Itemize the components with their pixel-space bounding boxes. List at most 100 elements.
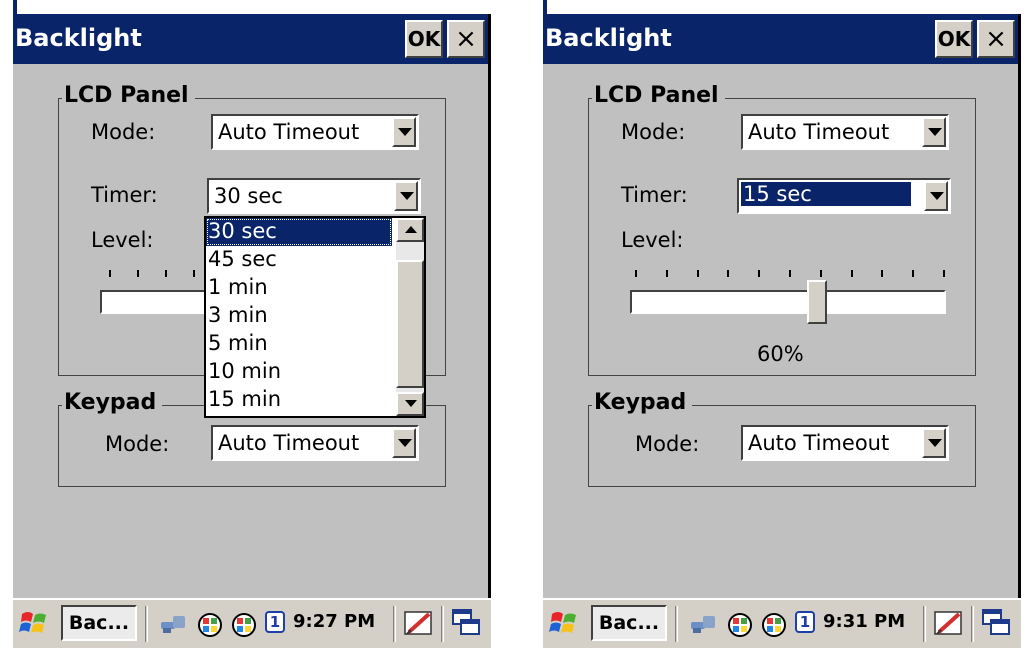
chevron-down-icon bbox=[928, 439, 942, 447]
level-slider-track[interactable] bbox=[100, 290, 220, 314]
color-grid-icon[interactable] bbox=[761, 612, 787, 638]
keypad-mode-dropdown-button[interactable] bbox=[392, 428, 416, 458]
close-icon: × bbox=[985, 24, 1007, 54]
lcd-panel-label: LCD Panel bbox=[62, 83, 195, 108]
mode-value: Auto Timeout bbox=[218, 120, 360, 144]
chevron-down-icon bbox=[405, 400, 417, 407]
scroll-up-button[interactable] bbox=[396, 218, 424, 242]
close-button[interactable]: × bbox=[977, 20, 1015, 58]
chevron-up-icon bbox=[405, 226, 417, 233]
timer-option[interactable]: 3 min bbox=[206, 302, 392, 330]
taskbar: Bac... 1 9:27 PM bbox=[13, 598, 491, 648]
task-button-backlight[interactable]: Bac... bbox=[591, 605, 667, 641]
tick bbox=[789, 270, 791, 277]
level-label: Level: bbox=[621, 228, 684, 252]
tick bbox=[193, 270, 195, 277]
top-strip bbox=[13, 0, 491, 14]
ok-button[interactable]: OK bbox=[405, 20, 443, 58]
mode-label: Mode: bbox=[621, 120, 686, 144]
window-switch-icon[interactable] bbox=[451, 608, 481, 638]
input-mode-badge[interactable]: 1 bbox=[265, 611, 285, 633]
mode-combobox[interactable]: Auto Timeout bbox=[211, 114, 419, 150]
level-percent: 60% bbox=[757, 342, 804, 366]
level-ticks bbox=[105, 270, 215, 278]
timer-label: Timer: bbox=[621, 183, 688, 207]
timer-option[interactable]: 1 min bbox=[206, 274, 392, 302]
keypad-mode-combobox[interactable]: Auto Timeout bbox=[741, 425, 949, 461]
tick bbox=[912, 270, 914, 277]
task-button-backlight[interactable]: Bac... bbox=[61, 605, 137, 641]
keypad-mode-label: Mode: bbox=[105, 432, 170, 456]
timer-label: Timer: bbox=[91, 183, 158, 207]
windows-start-icon[interactable] bbox=[549, 608, 579, 638]
window-edge bbox=[1018, 14, 1021, 598]
tick bbox=[666, 270, 668, 277]
close-button[interactable]: × bbox=[447, 20, 485, 58]
timer-option[interactable]: 5 min bbox=[206, 330, 392, 358]
mode-dropdown-button[interactable] bbox=[922, 117, 946, 147]
input-mode-badge[interactable]: 1 bbox=[795, 611, 815, 633]
network-icon[interactable] bbox=[159, 612, 187, 636]
level-slider-track[interactable] bbox=[630, 280, 946, 324]
timer-option[interactable]: 15 min bbox=[206, 386, 392, 414]
keypad-mode-dropdown-button[interactable] bbox=[922, 428, 946, 458]
timer-combobox[interactable]: 30 sec bbox=[207, 178, 421, 214]
timer-dropdown-button[interactable] bbox=[394, 181, 418, 211]
tick bbox=[635, 270, 637, 277]
tray-separator bbox=[441, 606, 444, 642]
color-grid-icon[interactable] bbox=[231, 612, 257, 638]
level-label: Level: bbox=[91, 228, 154, 252]
title-bar: Backlight OK × bbox=[13, 14, 491, 64]
keypad-mode-value: Auto Timeout bbox=[218, 431, 360, 455]
timer-combobox[interactable]: 15 sec bbox=[737, 178, 951, 214]
keypad-mode-value: Auto Timeout bbox=[748, 431, 890, 455]
close-icon: × bbox=[455, 24, 477, 54]
windows-start-icon[interactable] bbox=[19, 608, 49, 638]
window-switch-icon[interactable] bbox=[981, 608, 1011, 638]
network-icon[interactable] bbox=[689, 612, 717, 636]
tick bbox=[165, 270, 167, 277]
timer-option[interactable]: 30 sec bbox=[206, 218, 392, 246]
tray-separator bbox=[971, 606, 974, 642]
taskbar: Bac... 1 9:31 PM bbox=[543, 598, 1021, 648]
mode-label: Mode: bbox=[91, 120, 156, 144]
level-slider-thumb[interactable] bbox=[807, 280, 827, 324]
title-bar: Backlight OK × bbox=[543, 14, 1021, 64]
chevron-down-icon bbox=[398, 128, 412, 136]
timer-options: 30 sec 45 sec 1 min 3 min 5 min 10 min 1… bbox=[206, 218, 424, 414]
clock[interactable]: 9:31 PM bbox=[823, 611, 905, 632]
keypad-label: Keypad bbox=[592, 390, 693, 415]
ok-button[interactable]: OK bbox=[935, 20, 973, 58]
tick bbox=[727, 270, 729, 277]
keypad-label: Keypad bbox=[62, 390, 163, 415]
lcd-panel-label: LCD Panel bbox=[592, 83, 725, 108]
timer-dropdown-button[interactable] bbox=[924, 181, 948, 211]
keypad-mode-combobox[interactable]: Auto Timeout bbox=[211, 425, 419, 461]
pen-input-icon[interactable] bbox=[403, 608, 435, 638]
timer-option[interactable]: 45 sec bbox=[206, 246, 392, 274]
clock[interactable]: 9:27 PM bbox=[293, 611, 375, 632]
window-title: Backlight bbox=[15, 24, 142, 52]
color-grid-icon[interactable] bbox=[197, 612, 223, 638]
pen-input-icon[interactable] bbox=[933, 608, 965, 638]
keypad-mode-label: Mode: bbox=[635, 432, 700, 456]
screen-left: Backlight OK × LCD Panel Mode: Auto Time… bbox=[13, 0, 491, 648]
scroll-down-button[interactable] bbox=[396, 392, 424, 416]
timer-option[interactable]: 10 min bbox=[206, 358, 392, 386]
tick bbox=[697, 270, 699, 277]
chevron-down-icon bbox=[928, 128, 942, 136]
level-ticks bbox=[635, 270, 947, 278]
window-title: Backlight bbox=[545, 24, 672, 52]
tick bbox=[851, 270, 853, 277]
mode-combobox[interactable]: Auto Timeout bbox=[741, 114, 949, 150]
mode-dropdown-button[interactable] bbox=[392, 117, 416, 147]
tray-separator bbox=[923, 606, 926, 642]
timer-dropdown-list[interactable]: 30 sec 45 sec 1 min 3 min 5 min 10 min 1… bbox=[204, 216, 426, 418]
tick bbox=[137, 270, 139, 277]
tray-separator bbox=[393, 606, 396, 642]
timer-value: 30 sec bbox=[214, 184, 283, 208]
color-grid-icon[interactable] bbox=[727, 612, 753, 638]
tray-separator bbox=[145, 606, 148, 642]
scroll-thumb[interactable] bbox=[396, 260, 424, 388]
dropdown-scrollbar[interactable] bbox=[396, 218, 424, 416]
